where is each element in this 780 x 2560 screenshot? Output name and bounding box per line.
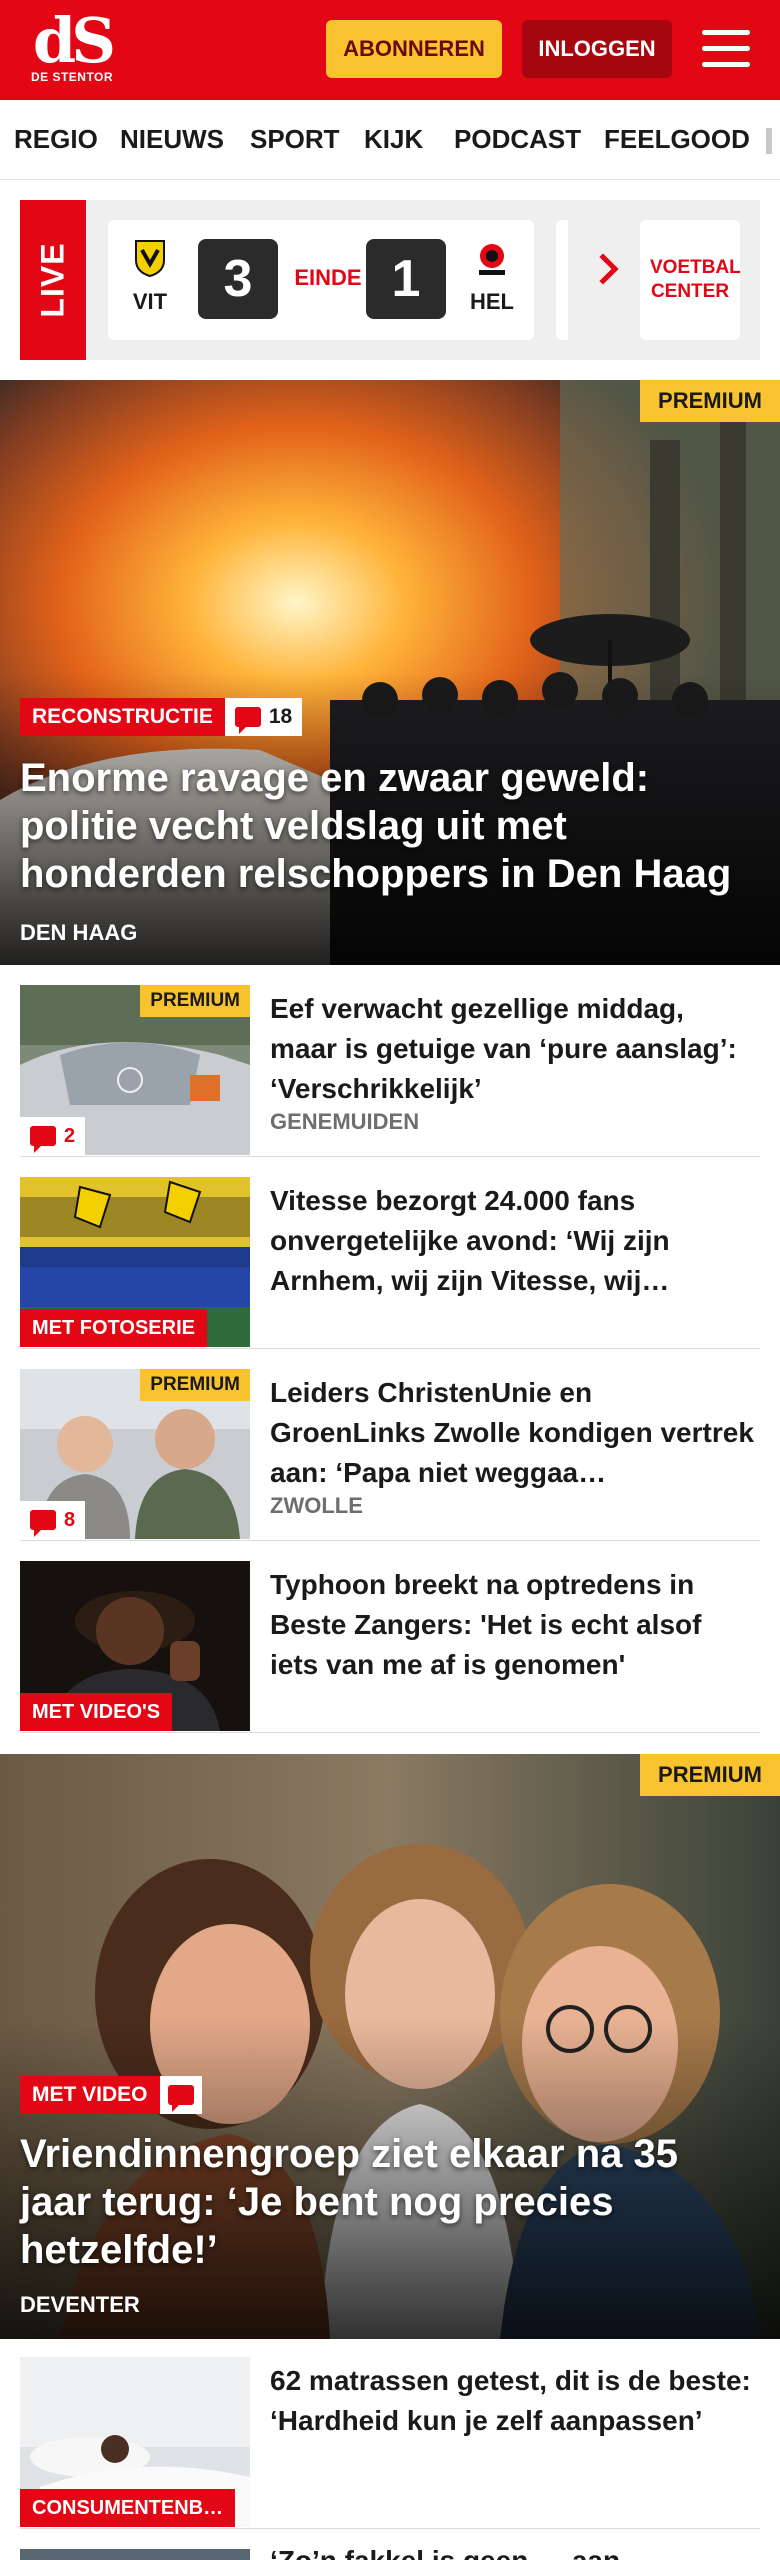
away-score: 1 [366,239,446,319]
article-headline[interactable]: 62 matrassen getest, dit is de beste: ‘H… [270,2361,754,2441]
comment-count-value: 2 [64,1124,76,1147]
away-team: HEL [462,238,522,315]
nav-overflow-hint [766,128,772,154]
nav-item-feelgood[interactable]: FEELGOOD [604,124,750,155]
comment-count[interactable]: 8 [20,1501,86,1539]
hero-location: DEVENTER [20,2292,140,2317]
nav-item-nieuws[interactable]: NIEUWS [120,124,224,155]
subscribe-button[interactable]: ABONNEREN [326,20,502,78]
match-card[interactable]: VIT 3 EINDE 1 HEL [108,220,534,340]
list-item[interactable]: MET VIDEO'S Typhoon breekt na optredens … [20,1561,760,1733]
article-headline[interactable]: Leiders ChristenUnie en GroenLinks Zwoll… [270,1373,754,1493]
hero-location: DEN HAAG [20,920,138,945]
list-item[interactable]: MET FOTOSERIE Vitesse bezorgt 24.000 fan… [20,1177,760,1349]
article-media-label: MET FOTOSERIE [20,1309,207,1347]
article-headline[interactable]: ‘Zo’n fakkel is geen … aan [270,2549,754,2560]
login-button[interactable]: INLOGGEN [522,20,672,78]
comment-count[interactable]: 2 [20,1117,86,1155]
logo-mark: dS [32,4,116,77]
article-location: GENEMUIDEN [270,1109,420,1134]
voetbal-center-label: VOETBAL CENTER [650,257,741,302]
site-logo[interactable]: dS DE STENTOR [28,4,116,90]
article-headline[interactable]: Typhoon breekt na optredens in Beste Zan… [270,1565,754,1685]
hero-article-deventer[interactable]: PREMIUM MET VIDEO Vriendinnengroep ziet … [0,1754,780,2339]
article-thumbnail: MET VIDEO'S [20,1561,250,1731]
list-item[interactable]: PREMIUM 2 Eef verwacht gezellige middag,… [20,985,760,1157]
article-media-label: MET VIDEO'S [20,1693,173,1731]
comment-icon [167,2085,194,2112]
article-thumbnail: CONSUMENTENB… [20,2357,250,2527]
voetbal-center-link[interactable]: VOETBAL CENTER [640,220,741,340]
comment-count[interactable]: 18 [224,698,303,736]
hero-tags: MET VIDEO [20,2076,202,2114]
category-tag: MET VIDEO [20,2076,160,2114]
site-header: dS DE STENTOR ABONNEREN INLOGGEN [0,0,780,100]
nav-item-regio[interactable]: REGIO [14,124,98,155]
nav-item-sport[interactable]: SPORT [250,124,340,155]
hamburger-icon[interactable] [702,28,750,70]
helmond-crest-icon [479,244,505,275]
nav-item-podcast[interactable]: PODCAST [454,124,581,155]
live-score-bar: LIVE VIT 3 EINDE 1 HEL VOETBAL CENTER [20,200,760,360]
home-team: VIT [120,238,180,315]
article-thumbnail: PREMIUM 8 [20,1369,250,1539]
live-label: LIVE [34,242,71,318]
article-thumbnail: PREMIUM 2 [20,985,250,1155]
hero-headline[interactable]: Enorme ravage en zwaar geweld: politie v… [20,754,760,898]
live-badge: LIVE [20,200,86,360]
next-match-card[interactable] [556,220,568,340]
logo-subtitle: DE STENTOR [30,70,114,84]
nav-item-kijk[interactable]: KIJK [364,124,423,155]
list-item[interactable]: CONSUMENTENB… 62 matrassen getest, dit i… [20,2357,760,2529]
home-score: 3 [198,239,278,319]
category-tag: RECONSTRUCTIE [20,698,225,736]
article-headline[interactable]: Eef verwacht gezellige middag, maar is g… [270,989,754,1109]
article-media-label: CONSUMENTENB… [20,2489,236,2527]
hero-article-den-haag[interactable]: PREMIUM RECONSTRUCTIE 18 Enorme ravage e… [0,380,780,965]
comment-count-value: 8 [64,1508,76,1531]
premium-badge: PREMIUM [140,985,250,1017]
article-headline[interactable]: Vitesse bezorgt 24.000 fans onvergetelij… [270,1181,754,1301]
comment-icon [30,1126,56,1153]
premium-badge: PREMIUM [640,380,780,422]
match-status: EINDE [294,265,362,290]
list-item[interactable]: ‘Zo’n fakkel is geen … aan [20,2549,760,2560]
article-location: ZWOLLE [270,1493,363,1518]
article-thumbnail: MET FOTOSERIE [20,1177,250,1347]
home-team-name: VIT [132,289,168,314]
comment-icon [30,1510,56,1537]
chevron-right-icon[interactable] [587,253,619,285]
comment-icon [234,707,261,734]
hero-headline[interactable]: Vriendinnengroep ziet elkaar na 35 jaar … [20,2130,760,2274]
hero-tags: RECONSTRUCTIE 18 [20,698,303,736]
comment-button[interactable] [159,2076,202,2114]
away-team-name: HEL [470,289,514,314]
article-thumbnail [20,2549,250,2560]
premium-badge: PREMIUM [640,1754,780,1796]
vitesse-crest-icon [135,240,165,278]
comment-count-value: 18 [268,705,293,728]
list-item[interactable]: PREMIUM 8 Leiders ChristenUnie en GroenL… [20,1369,760,1541]
main-nav: REGIO NIEUWS SPORT KIJK PODCAST FEELGOOD [0,100,780,180]
premium-badge: PREMIUM [140,1369,250,1401]
